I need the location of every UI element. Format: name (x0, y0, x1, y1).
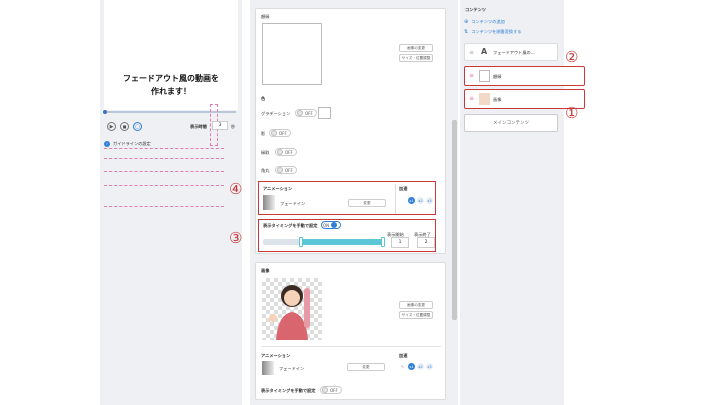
timing-slider-range[interactable] (301, 239, 383, 245)
speed-x3[interactable]: x3 (426, 197, 433, 204)
scrollbar[interactable] (452, 120, 457, 320)
edge-toggle[interactable]: OFF (275, 148, 297, 156)
content-section-title: コンテンツ (465, 7, 486, 12)
frame-card: 額縁 画像の変更 サイズ・位置調整 色 グラデーション OFF 影 OFF 縁取… (255, 8, 446, 254)
duration-unit: 秒 (231, 124, 236, 129)
image-card: 画像 画像の変更 サイズ・位置調整 アニメーション フェードイン 変更 加速 ✎… (255, 262, 446, 400)
reorder-content-link[interactable]: ⇅ コンテンツを順番変換する (464, 29, 521, 35)
stop-icon[interactable]: ■ (120, 122, 129, 131)
image-speed-options: ✎ x1 x2 x3 (399, 363, 433, 370)
image-animation-change-button[interactable]: 変更 (347, 363, 385, 371)
guideline-setting[interactable]: ✓ ガイドラインの設定 (104, 139, 224, 149)
frame-label: 額縁 (261, 14, 270, 19)
check-icon: ✓ (104, 140, 110, 147)
drag-handle-icon[interactable]: ≡ (469, 95, 474, 102)
person-illustration (269, 285, 310, 340)
preview-title: フェードアウト風の動画を 作れます！ (123, 74, 219, 96)
fade-in-label: フェードイン (280, 201, 306, 206)
corner-label: 角丸 (261, 168, 270, 173)
image-change-button[interactable]: 画像の変更 (399, 301, 433, 309)
divider (395, 184, 396, 214)
edit-icon[interactable]: ✎ (399, 363, 406, 370)
image-size-button[interactable]: サイズ・位置調整 (399, 311, 433, 319)
gradient-label: グラデーション (261, 111, 291, 116)
playback-controls: ▶ ■ ▢ (107, 122, 142, 131)
image-label: 画像 (261, 268, 270, 273)
annotation-4: ④ (229, 180, 243, 198)
image-fade-in-label: フェードイン (279, 366, 305, 371)
image-type-icon (479, 93, 490, 105)
preview-canvas: フェードアウト風の動画を 作れます！ (104, 0, 238, 110)
image-fade-thumbnail (262, 361, 274, 375)
image-speed-x2[interactable]: x2 (417, 363, 424, 370)
loop-icon[interactable]: ▢ (133, 122, 142, 131)
timing-toggle[interactable]: ON (321, 221, 342, 229)
main-content-button[interactable]: メインコンテンツ (464, 114, 558, 132)
content-item-label: 額縁 (493, 74, 502, 79)
frame-image (262, 23, 322, 85)
edge-label: 縁取 (261, 150, 270, 155)
divider-line (261, 346, 441, 347)
animation-section: アニメーション フェードイン 変更 加速 x1 x2 x3 (258, 181, 436, 215)
annotation-1: ① (565, 104, 579, 122)
fade-thumbnail (263, 195, 275, 210)
duration-input[interactable]: 3 (212, 121, 228, 130)
speed-label: 加速 (399, 186, 408, 191)
guideline-label: ガイドラインの設定 (113, 140, 151, 146)
play-icon[interactable]: ▶ (107, 122, 116, 131)
guide-line-horizontal (104, 158, 224, 172)
speed-x1[interactable]: x1 (408, 197, 415, 204)
timing-label: 表示タイミングを手動で設定 (263, 223, 318, 228)
duration-label: 表示時間 (190, 124, 207, 129)
drag-handle-icon[interactable]: ≡ (469, 72, 474, 79)
speed-options: x1 x2 x3 (408, 197, 433, 204)
content-item-text[interactable]: ≡ A フェードアウト風の... (464, 43, 558, 61)
annotation-3: ③ (229, 229, 243, 247)
border-toggle[interactable]: OFF (269, 129, 291, 137)
corner-toggle[interactable]: OFF (275, 166, 297, 174)
content-item-label: 画像 (493, 97, 502, 102)
image-speed-x1[interactable]: x1 (408, 363, 415, 370)
color-swatch[interactable] (318, 107, 331, 119)
drag-handle-icon[interactable]: ≡ (469, 49, 474, 56)
gradient-toggle[interactable]: OFF (295, 109, 317, 117)
timing-slider-start-handle[interactable] (299, 237, 303, 247)
color-label: 色 (261, 96, 266, 101)
image-animation-label: アニメーション (261, 353, 291, 358)
add-content-link[interactable]: ⊕ コンテンツの追加 (464, 19, 505, 25)
annotation-2: ② (565, 48, 579, 66)
frame-type-icon (479, 70, 490, 82)
end-input[interactable]: 2 (417, 237, 435, 248)
content-item-label: フェードアウト風の... (493, 50, 535, 55)
timeline-handle[interactable] (103, 110, 107, 114)
guide-line-horizontal-2 (104, 185, 224, 207)
reorder-icon: ⇅ (464, 29, 469, 35)
speed-x2[interactable]: x2 (417, 197, 424, 204)
image-speed-x3[interactable]: x3 (426, 363, 433, 370)
border-label: 影 (261, 131, 266, 136)
animation-label: アニメーション (263, 186, 293, 191)
plus-circle-icon: ⊕ (464, 19, 469, 25)
image-thumbnail (262, 278, 322, 340)
image-timing-toggle[interactable]: OFF (320, 386, 342, 394)
timing-section: 表示タイミングを手動で設定 ON 表示開始 表示終了 1 2 (258, 219, 436, 252)
change-image-button[interactable]: 画像の変更 (399, 44, 433, 52)
start-input[interactable]: 1 (391, 237, 409, 248)
image-speed-label: 加速 (399, 353, 408, 358)
animation-change-button[interactable]: 変更 (348, 199, 386, 207)
timing-slider-end-handle[interactable] (381, 237, 385, 247)
image-timing-label: 表示タイミングを手動で設定 (261, 388, 316, 393)
size-position-button[interactable]: サイズ・位置調整 (399, 54, 433, 62)
text-type-icon: A (481, 47, 488, 56)
content-item-frame[interactable]: ≡ 額縁 (464, 66, 585, 86)
